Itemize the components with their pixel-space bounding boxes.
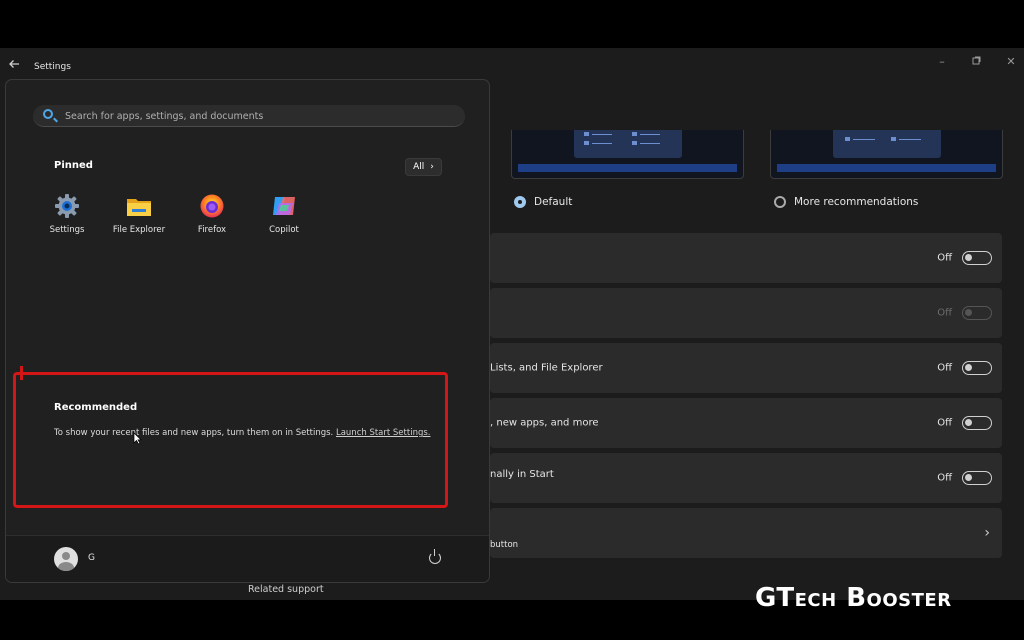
start-footer: G	[6, 535, 489, 582]
annotation-highlight-box	[13, 372, 448, 508]
radio-selected-icon	[514, 196, 526, 208]
all-apps-label: All	[413, 162, 425, 172]
related-support-heading: Related support	[248, 584, 324, 595]
folder-icon	[126, 193, 152, 219]
toggle-switch[interactable]	[962, 416, 992, 430]
setting-label: , new apps, and more	[490, 417, 599, 429]
layout-preview-default[interactable]	[511, 130, 744, 179]
user-avatar[interactable]	[54, 547, 78, 571]
setting-row-1: Off	[490, 233, 1002, 283]
toggle-switch[interactable]	[962, 361, 992, 375]
layout-preview-more-recommendations[interactable]	[770, 130, 1003, 179]
layout-radio-label: Default	[534, 196, 573, 208]
setting-label: nally in Start	[490, 469, 554, 480]
pinned-app-settings[interactable]: Settings	[35, 193, 99, 235]
layout-radio-more-recommendations[interactable]: More recommendations	[774, 196, 918, 208]
setting-row-3: Lists, and File Explorer Off	[490, 343, 1002, 393]
setting-row-2: Off	[490, 288, 1002, 338]
power-icon[interactable]	[429, 549, 441, 564]
pinned-app-firefox[interactable]: Firefox	[180, 193, 244, 235]
toggle-state: Off	[937, 362, 952, 374]
close-icon[interactable]: ✕	[1004, 55, 1018, 68]
window-title: Settings	[34, 62, 71, 72]
toggle-switch[interactable]	[962, 471, 992, 485]
app-name: File Explorer	[112, 225, 166, 235]
folders-row[interactable]: button ›	[490, 508, 1002, 558]
search-icon	[43, 109, 53, 119]
setting-row-4: , new apps, and more Off	[490, 398, 1002, 448]
settings-gear-icon	[54, 193, 80, 219]
setting-label: Lists, and File Explorer	[490, 362, 603, 374]
chevron-right-icon: ›	[430, 162, 434, 172]
pinned-heading: Pinned	[54, 160, 93, 171]
radio-unselected-icon	[774, 196, 786, 208]
minimize-icon[interactable]: –	[935, 55, 949, 68]
toggle-switch[interactable]	[962, 251, 992, 265]
all-apps-button[interactable]: All ›	[405, 158, 442, 176]
watermark-logo: GTech Booster	[755, 583, 952, 613]
layout-radio-default[interactable]: Default	[514, 196, 572, 208]
pinned-app-copilot[interactable]: Copilot	[252, 193, 316, 235]
search-input[interactable]	[63, 108, 447, 125]
user-name: G	[88, 553, 95, 563]
toggle-state: Off	[937, 252, 952, 264]
setting-label: button	[490, 540, 519, 550]
firefox-icon	[199, 193, 225, 219]
toggle-state: Off	[937, 472, 952, 484]
toggle-switch	[962, 306, 992, 320]
start-search-box[interactable]	[33, 105, 465, 127]
toggle-state: Off	[937, 307, 952, 319]
layout-radio-label: More recommendations	[794, 196, 919, 208]
chevron-right-icon: ›	[984, 525, 990, 541]
pinned-app-file-explorer[interactable]: File Explorer	[107, 193, 171, 235]
toggle-state: Off	[937, 417, 952, 429]
app-name: Copilot	[269, 225, 299, 235]
maximize-icon[interactable]	[969, 55, 983, 68]
app-name: Firefox	[197, 225, 227, 235]
annotation-stroke	[20, 366, 23, 380]
back-arrow-icon[interactable]	[8, 58, 22, 72]
copilot-icon	[271, 193, 297, 219]
app-name: Settings	[49, 225, 85, 235]
setting-row-5: nally in Start Off	[490, 453, 1002, 503]
